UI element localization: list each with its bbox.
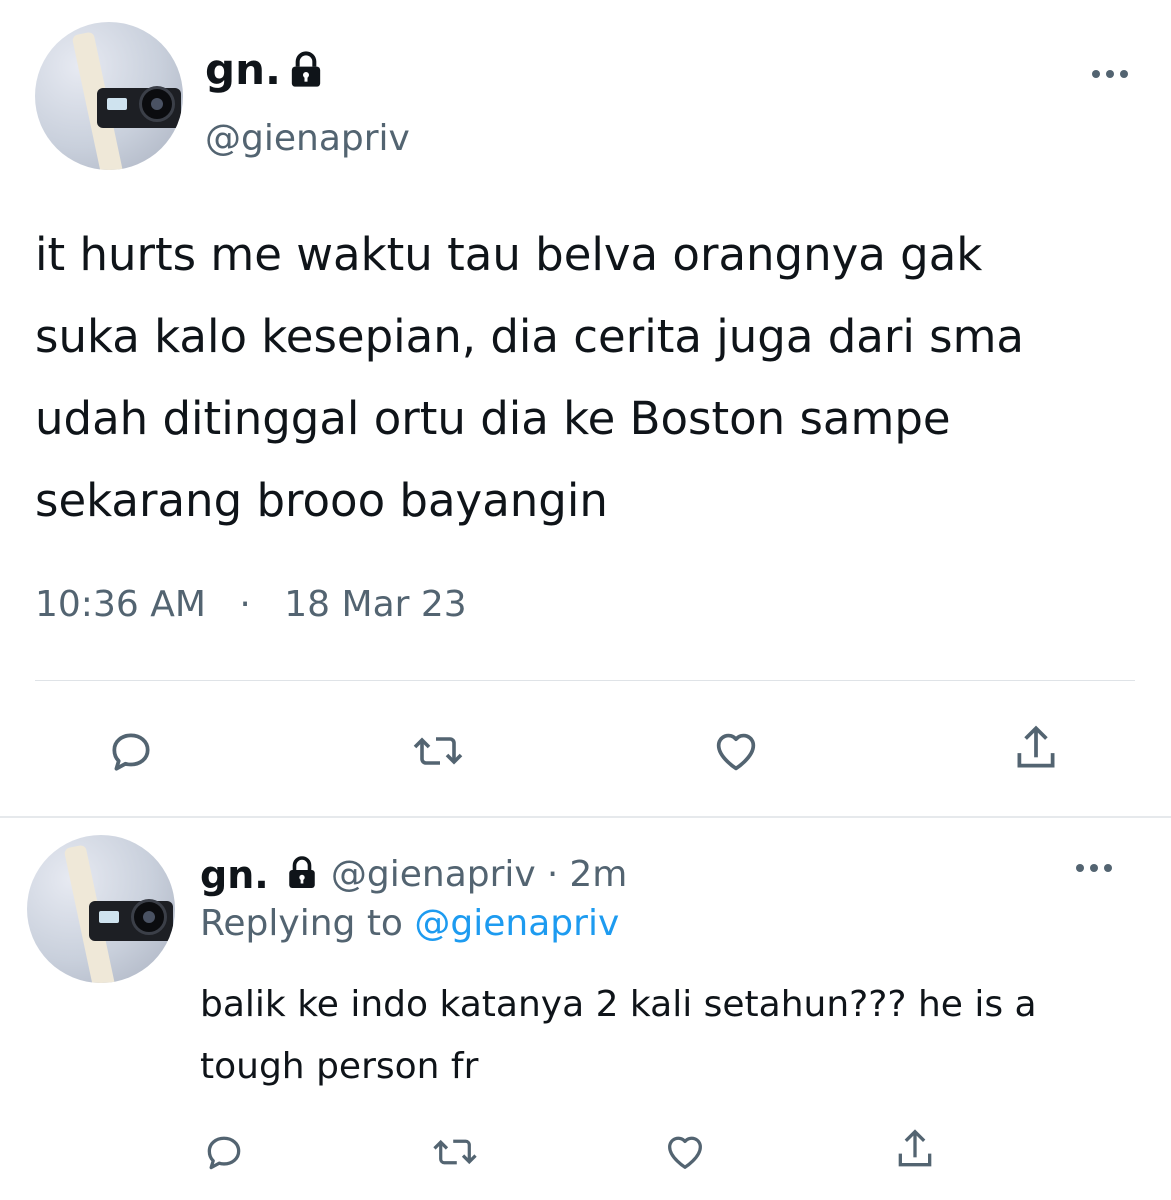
more-horizontal-icon[interactable] <box>1074 860 1114 874</box>
reply-icon[interactable] <box>106 726 156 776</box>
section-divider <box>0 816 1171 818</box>
share-icon[interactable] <box>893 1126 937 1174</box>
replying-to-label: Replying to <box>200 903 403 944</box>
avatar[interactable] <box>27 835 175 983</box>
display-name[interactable]: gn. <box>200 853 269 897</box>
retweet-icon[interactable] <box>410 726 466 776</box>
replying-to-handle[interactable]: @gienapriv <box>414 903 619 944</box>
timestamp[interactable]: 10:36 AM · 18 Mar 23 <box>35 580 467 630</box>
reply-text: balik ke indo katanya 2 kali setahun??? … <box>200 974 1140 1098</box>
reply-text-line: tough person fr <box>200 1046 479 1087</box>
lock-icon <box>286 50 326 94</box>
share-icon[interactable] <box>1011 722 1061 776</box>
tweet-date: 18 Mar 23 <box>284 584 467 625</box>
handle[interactable]: @gienapriv <box>205 114 410 164</box>
tweet-text-line: udah ditinggal ortu dia ke Boston sampe <box>35 392 951 445</box>
reply-age[interactable]: 2m <box>569 854 627 895</box>
replying-to: Replying to @gienapriv <box>200 899 619 949</box>
tweet-text: it hurts me waktu tau belva orangnya gak… <box>35 214 1135 542</box>
display-name[interactable]: gn. <box>205 42 281 98</box>
retweet-icon[interactable] <box>430 1130 480 1174</box>
handle[interactable]: @gienapriv <box>331 854 536 895</box>
avatar[interactable] <box>35 22 183 170</box>
reply-header: gn. @gienapriv · 2m <box>200 850 627 900</box>
heart-icon[interactable] <box>661 1128 709 1174</box>
heart-icon[interactable] <box>709 724 763 776</box>
reply-text-line: balik ke indo katanya 2 kali setahun??? … <box>200 984 1037 1025</box>
lock-icon <box>284 855 320 895</box>
tweet-text-line: sekarang brooo bayangin <box>35 474 608 527</box>
tweet-time: 10:36 AM <box>35 584 206 625</box>
divider <box>35 680 1135 681</box>
meta-separator: · <box>239 584 251 625</box>
more-horizontal-icon[interactable] <box>1090 66 1130 80</box>
tweet-text-line: suka kalo kesepian, dia cerita juga dari… <box>35 310 1025 363</box>
tweet-text-line: it hurts me waktu tau belva orangnya gak <box>35 228 983 281</box>
meta-separator: · <box>546 854 559 895</box>
reply-icon[interactable] <box>202 1130 246 1174</box>
